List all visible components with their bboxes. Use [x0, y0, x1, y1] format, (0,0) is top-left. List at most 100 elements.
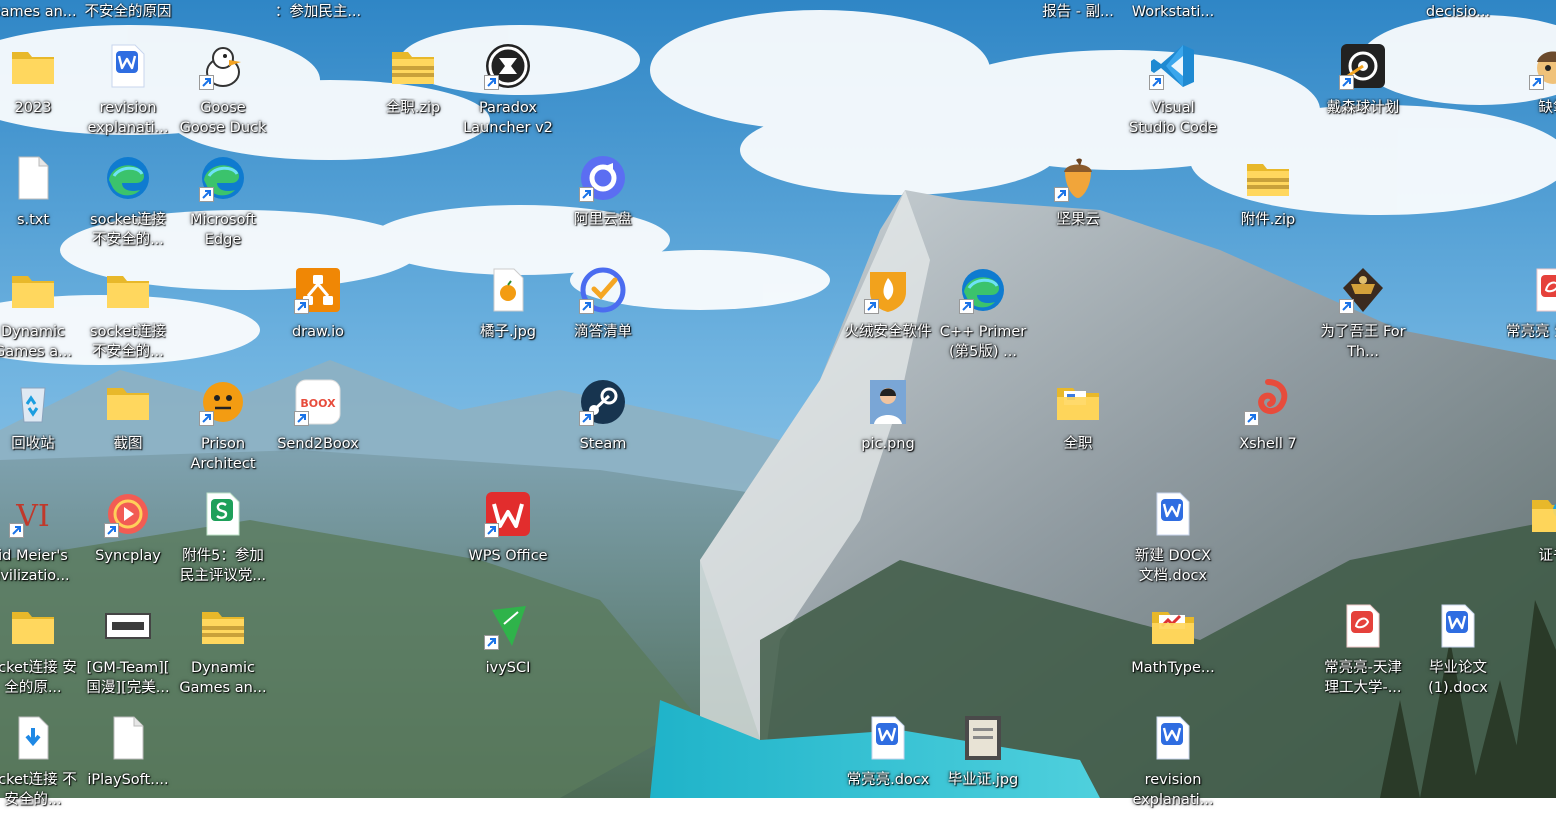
- folder-icon: [9, 266, 57, 314]
- folder-icon: [9, 602, 57, 650]
- desktop-icon-socket-edge[interactable]: socket连接 不安全的...: [81, 152, 175, 264]
- desktop-icon-dyson-sphere[interactable]: 戴森球计划: [1316, 40, 1410, 152]
- desktop-icon-label: 火绒安全软件: [844, 324, 932, 340]
- desktop-icon-didaqingdan[interactable]: 滴答清单: [556, 264, 650, 376]
- desktop-icon-label: 附件5：参加 民主评议党...: [179, 548, 267, 584]
- desktop-icon-changliangliang-docx[interactable]: 常亮亮.docx: [841, 712, 935, 824]
- desktop-icon-juzi-jpg[interactable]: 橘子.jpg: [461, 264, 555, 376]
- desktop-icon-label: Visual Studio Code: [1129, 100, 1217, 136]
- desktop-icon-jianguoyun[interactable]: 坚果云: [1031, 152, 1125, 264]
- desktop-icon-fujian-zip[interactable]: 附件.zip: [1221, 152, 1315, 264]
- desktop-icon-socket-folder[interactable]: socket连接 不安全的...: [81, 264, 175, 376]
- desktop-icon-new-docx[interactable]: 新建 DOCX 文档.docx: [1126, 488, 1220, 600]
- desktop-icon-wps-office[interactable]: WPS Office: [461, 488, 555, 600]
- desktop-icon-biye-lunwen[interactable]: 毕业论文 (1).docx: [1411, 600, 1505, 712]
- forking-icon: [1339, 266, 1387, 314]
- desktop-icon-label: 回收站: [11, 436, 55, 452]
- drawio-icon: [294, 266, 342, 314]
- desktop-icon-ivysci[interactable]: ivySCI: [461, 600, 555, 712]
- zip-icon: [389, 42, 437, 90]
- desktop-icon-biyezheng-jpg[interactable]: 毕业证.jpg: [936, 712, 1030, 824]
- desktop-icon-label: 常亮亮 生成绩...: [1506, 324, 1556, 340]
- desktop-icon-pic-png[interactable]: pic.png: [841, 376, 935, 488]
- desktop-icon-socket-folder2[interactable]: ocket连接 安全的原...: [0, 600, 80, 712]
- desktop-icon-weile-wuwang[interactable]: 为了吾王 For Th...: [1316, 264, 1410, 376]
- shortcut-arrow-icon: [1529, 75, 1544, 90]
- boox-icon: BOOX: [294, 378, 342, 426]
- desktop-icon-gm-team[interactable]: [GM-Team][ 国漫][完美...: [81, 600, 175, 712]
- desktop-icon-goose-goose-duck[interactable]: Goose Goose Duck: [176, 40, 270, 152]
- desktop-icon-s-txt[interactable]: s.txt: [0, 152, 80, 264]
- desktop-icon-mathtype[interactable]: MathType...: [1126, 600, 1220, 712]
- desktop-icon-dynamic-games-folder[interactable]: Dynamic Games a...: [0, 264, 80, 376]
- desktop-icon-label: s.txt: [16, 212, 50, 228]
- shortcut-arrow-icon: [1339, 75, 1354, 90]
- file-icon: [104, 714, 152, 762]
- desktop-icon-fujian5[interactable]: 附件5：参加 民主评议党...: [176, 488, 270, 600]
- desktop-icon-drawio[interactable]: draw.io: [271, 264, 365, 376]
- prison-icon: [199, 378, 247, 426]
- desktop-icon-label: Prison Architect: [190, 436, 256, 472]
- desktop-icon-changliangliang-pdf[interactable]: 常亮亮 生成绩...: [1506, 264, 1556, 376]
- desktop-icon-label: 毕业证.jpg: [947, 772, 1019, 788]
- desktop-icon-revision-docx[interactable]: revision explanati...: [81, 40, 175, 152]
- desktop-icon-quanzhi-zip[interactable]: 全职.zip: [366, 40, 460, 152]
- edge-icon: [959, 266, 1007, 314]
- desktop-icon-label: Send2Boox: [277, 436, 359, 452]
- desktop-icon-socket-install[interactable]: ocket连接 不安全的...: [0, 712, 80, 824]
- desktop-icon-recycle-bin[interactable]: 回收站: [0, 376, 80, 488]
- desktop-icon-zhengshu[interactable]: 证书: [1506, 488, 1556, 600]
- desktop-icon-quanzhi-folder[interactable]: 全职: [1031, 376, 1125, 488]
- desktop-icon-label: 常亮亮.docx: [846, 772, 930, 788]
- desktop-icon-label: socket连接 不安全的...: [90, 212, 166, 248]
- desktop-icon-vscode[interactable]: Visual Studio Code: [1126, 40, 1220, 152]
- desktop-icon-paradox-launcher[interactable]: Paradox Launcher v2: [461, 40, 555, 152]
- desktop-icon-ms-edge[interactable]: Microsoft Edge: [176, 152, 270, 264]
- desktop-icon-label: 截图: [113, 436, 143, 452]
- desktop-icon-tianjin-pdf[interactable]: 常亮亮-天津 理工大学-...: [1316, 600, 1410, 712]
- shortcut-arrow-icon: [959, 299, 974, 314]
- wps-sheet-icon: [199, 490, 247, 538]
- desktop-icon-label: Paradox Launcher v2: [463, 100, 553, 136]
- desktop-icon-revision-docx2[interactable]: revision explanati...: [1126, 712, 1220, 824]
- desktop-icon-2023[interactable]: 2023: [0, 40, 80, 152]
- svg-text:BOOX: BOOX: [300, 397, 336, 410]
- desktop-icon-label: id Meier's ivilizatio...: [0, 548, 70, 584]
- top-partial-label: ：参加民主...: [274, 4, 362, 20]
- huorong-icon: [864, 266, 912, 314]
- desktop-icon-partial-app[interactable]: 缺氧: [1506, 40, 1556, 152]
- desktop-icon-syncplay[interactable]: Syncplay: [81, 488, 175, 600]
- shortcut-arrow-icon: [484, 75, 499, 90]
- image-orange-icon: [484, 266, 532, 314]
- desktop-icon-xshell[interactable]: Xshell 7: [1221, 376, 1315, 488]
- shortcut-arrow-icon: [294, 411, 309, 426]
- desktop-icon-civilization[interactable]: VI id Meier's ivilizatio...: [0, 488, 80, 600]
- ivysci-icon: [484, 602, 532, 650]
- desktop-icon-huorong[interactable]: 火绒安全软件: [841, 264, 935, 376]
- desktop-icon-dynamic-games-zip[interactable]: Dynamic Games an...: [176, 600, 270, 712]
- dyson-icon: [1339, 42, 1387, 90]
- desktop-icon-label: WPS Office: [468, 548, 548, 564]
- desktop-icon-label: MathType...: [1131, 660, 1215, 676]
- desktop-icon-label: 阿里云盘: [574, 212, 632, 228]
- desktop-icon-label: [GM-Team][ 国漫][完美...: [86, 660, 170, 696]
- desktop-icon-label: Syncplay: [95, 548, 161, 564]
- desktop-icon-cpp-primer[interactable]: C++ Primer (第5版) ...: [936, 264, 1030, 376]
- desktop-icon-label: 为了吾王 For Th...: [1320, 324, 1406, 360]
- wps-icon: [484, 490, 532, 538]
- desktop-icon-label: C++ Primer (第5版) ...: [939, 324, 1027, 360]
- desktop-icon-label: 毕业论文 (1).docx: [1428, 660, 1488, 696]
- shortcut-arrow-icon: [1149, 75, 1164, 90]
- desktop-icon-steam[interactable]: Steam: [556, 376, 650, 488]
- top-partial-label: Games an...: [0, 4, 77, 20]
- desktop-icon-prison-architect[interactable]: Prison Architect: [176, 376, 270, 488]
- desktop-icon-jietu[interactable]: 截图: [81, 376, 175, 488]
- desktop-icon-aliyun-drive[interactable]: 阿里云盘: [556, 152, 650, 264]
- shortcut-arrow-icon: [864, 299, 879, 314]
- shortcut-arrow-icon: [1339, 299, 1354, 314]
- desktop-icon-send2boox[interactable]: BOOX Send2Boox: [271, 376, 365, 488]
- photo-icon: [864, 378, 912, 426]
- desktop-icon-iplaysoft[interactable]: iPlaySoft....: [81, 712, 175, 824]
- video-thumb-icon: [104, 602, 152, 650]
- top-partial-label: decisio...: [1425, 4, 1491, 20]
